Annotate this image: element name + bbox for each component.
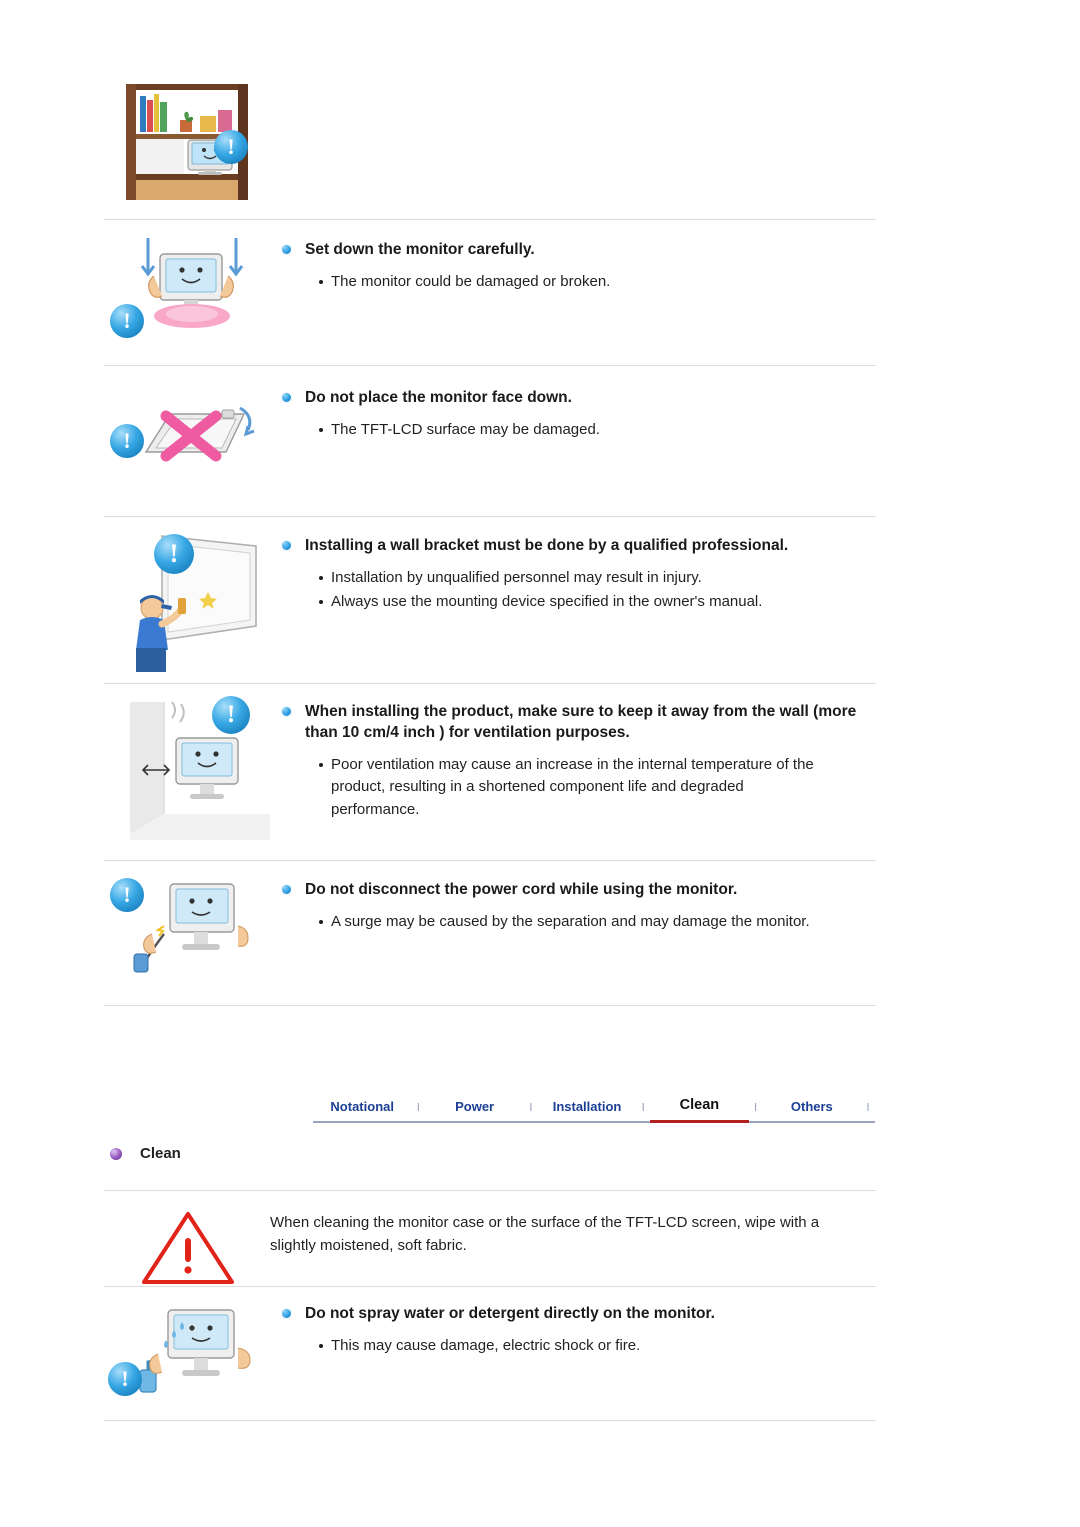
heading-do-not-spray: Do not spray water or detergent directly… <box>279 1304 876 1325</box>
tab-separator: l <box>411 1102 426 1123</box>
tab-bar[interactable]: Notational l Power l Installation l Clea… <box>313 1085 876 1123</box>
list-item: This may cause damage, electric shock or… <box>319 1335 876 1358</box>
heading-text: When installing the product, make sure t… <box>305 703 857 741</box>
exclamation-icon: ! <box>214 130 248 164</box>
blue-bullet-icon <box>281 706 292 717</box>
illustration-warning-triangle <box>104 1200 270 1300</box>
divider <box>104 860 876 861</box>
section-ventilation: ! When installing the product, make sure… <box>104 694 876 855</box>
illustration-ventilation: ! <box>104 694 279 855</box>
tab-separator: l <box>748 1102 763 1123</box>
exclamation-icon: ! <box>154 534 194 574</box>
exclamation-icon: ! <box>108 1362 142 1396</box>
exclamation-icon: ! <box>212 696 250 734</box>
illustration-wall-bracket: ! <box>104 528 279 683</box>
list-item: Always use the mounting device specified… <box>319 591 876 614</box>
divider <box>104 516 876 517</box>
heading-ventilation: When installing the product, make sure t… <box>279 702 876 744</box>
heading-power-cord: Do not disconnect the power cord while u… <box>279 880 876 901</box>
heading-text: Installing a wall bracket must be done b… <box>305 537 789 554</box>
list-face-down: The TFT-LCD surface may be damaged. <box>279 419 876 442</box>
tab-separator: l <box>861 1102 876 1123</box>
heading-text: Do not place the monitor face down. <box>305 389 572 406</box>
tab-installation[interactable]: Installation <box>537 1099 637 1123</box>
blue-bullet-icon <box>281 392 292 403</box>
list-item: A surge may be caused by the separation … <box>319 911 876 934</box>
list-ventilation: Poor ventilation may cause an increase i… <box>279 754 876 822</box>
blue-bullet-icon <box>281 884 292 895</box>
tab-separator: l <box>636 1102 651 1123</box>
exclamation-icon: ! <box>110 304 144 338</box>
heading-text: Set down the monitor carefully. <box>305 241 535 258</box>
tab-power[interactable]: Power <box>425 1099 524 1123</box>
list-item: The TFT-LCD surface may be damaged. <box>319 419 876 442</box>
blue-bullet-icon <box>281 244 292 255</box>
divider <box>104 1286 876 1287</box>
exclamation-icon: ! <box>110 878 144 912</box>
section-power-cord: ! Do not disconnect the power cord while… <box>104 872 876 997</box>
tab-separator: l <box>523 1102 538 1123</box>
divider <box>104 1005 876 1006</box>
heading-set-down: Set down the monitor carefully. <box>279 240 876 261</box>
section-do-not-spray: ! Do not spray water or detergent direct… <box>104 1296 876 1421</box>
illustration-power-cord: ! <box>104 872 279 997</box>
list-item: Poor ventilation may cause an increase i… <box>319 754 816 822</box>
section-title-text: Clean <box>140 1145 181 1162</box>
divider <box>104 365 876 366</box>
clean-notice-text: When cleaning the monitor case or the su… <box>270 1214 820 1254</box>
heading-wall-bracket: Installing a wall bracket must be done b… <box>279 536 876 557</box>
section-wall-bracket: ! Installing a wall bracket must be done… <box>104 528 876 683</box>
blue-bullet-icon <box>281 540 292 551</box>
section-set-down: ! Set down the monitor carefully. The mo… <box>104 232 876 357</box>
section-title-clean: Clean <box>110 1145 181 1162</box>
exclamation-icon: ! <box>110 424 144 458</box>
heading-text: Do not spray water or detergent directly… <box>305 1305 715 1322</box>
illustration-do-not-spray: ! <box>104 1296 279 1421</box>
list-item: The monitor could be damaged or broken. <box>319 271 876 294</box>
illustration-face-down: ! <box>104 380 279 495</box>
list-power-cord: A surge may be caused by the separation … <box>279 911 876 934</box>
list-do-not-spray: This may cause damage, electric shock or… <box>279 1335 876 1358</box>
tab-notational[interactable]: Notational <box>313 1099 412 1123</box>
divider <box>104 1420 876 1421</box>
blue-bullet-icon <box>281 1308 292 1319</box>
divider <box>104 683 876 684</box>
section-face-down: ! Do not place the monitor face down. Th… <box>104 380 876 495</box>
heading-text: Do not disconnect the power cord while u… <box>305 881 738 898</box>
heading-face-down: Do not place the monitor face down. <box>279 388 876 409</box>
illustration-monitor-on-shelf: ! <box>122 82 272 202</box>
list-item: Installation by unqualified personnel ma… <box>319 567 876 590</box>
purple-bullet-icon <box>110 1148 122 1160</box>
divider <box>104 219 876 220</box>
tab-clean[interactable]: Clean <box>650 1097 749 1123</box>
list-wall-bracket: Installation by unqualified personnel ma… <box>279 567 876 614</box>
page: ! ! Set down the monitor carefully. The … <box>0 0 1080 1527</box>
illustration-set-down: ! <box>104 232 279 357</box>
divider <box>104 1190 876 1191</box>
list-set-down: The monitor could be damaged or broken. <box>279 271 876 294</box>
section-clean-notice: When cleaning the monitor case or the su… <box>104 1200 876 1300</box>
tab-others[interactable]: Others <box>762 1099 862 1123</box>
